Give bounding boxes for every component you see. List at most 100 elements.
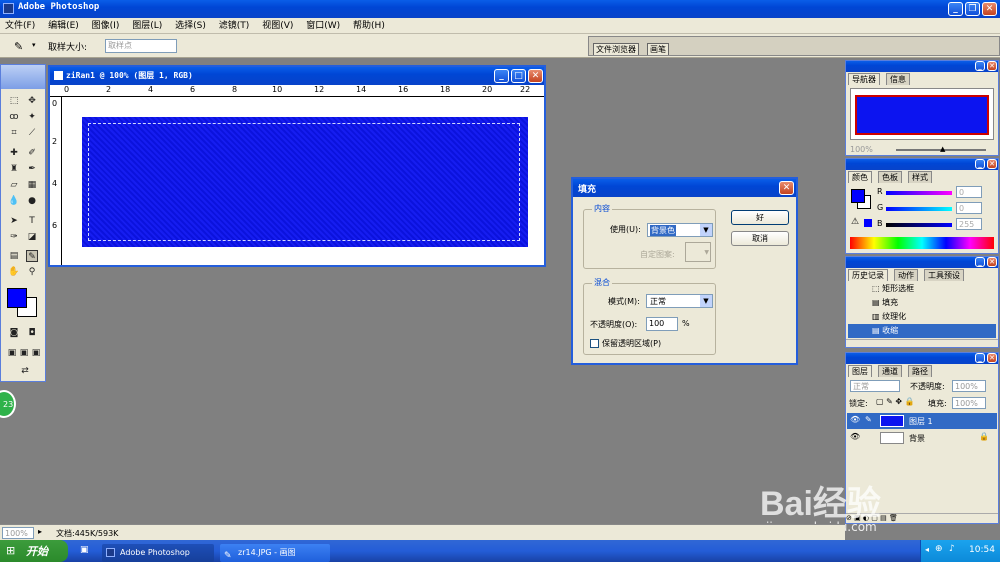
restore-button[interactable]: ❐	[965, 2, 980, 16]
marquee-tool-icon[interactable]: ⬚	[8, 95, 20, 107]
slider-thumb-icon[interactable]: ▲	[940, 145, 945, 153]
minimize-button[interactable]: _	[948, 2, 963, 16]
brush-link-icon[interactable]: ✎	[865, 415, 872, 424]
menu-filter[interactable]: 滤镜(T)	[214, 18, 255, 34]
web-safe-swatch[interactable]	[864, 219, 872, 227]
tab-info[interactable]: 信息	[886, 73, 910, 85]
zoom-tool-icon[interactable]: ⚲	[26, 266, 38, 278]
blur-tool-icon[interactable]: 💧	[8, 195, 20, 207]
notes-tool-icon[interactable]: ▤	[8, 250, 20, 262]
doc-close-button[interactable]: ✕	[528, 69, 543, 83]
history-item[interactable]: ⬚ 矩形选框	[848, 282, 996, 296]
navigator-zoom-value[interactable]: 100%	[850, 145, 873, 154]
layer-row[interactable]: 👁 背景 🔒	[847, 430, 997, 446]
screen-mode-full-menu-icon[interactable]: ▣	[18, 347, 30, 359]
pen-tool-icon[interactable]: ✑	[8, 231, 20, 243]
r-slider[interactable]	[886, 191, 952, 195]
tray-arrow-icon[interactable]: ◂	[925, 545, 929, 554]
panel-minimize-button[interactable]: _	[975, 353, 985, 363]
b-slider[interactable]	[886, 223, 952, 227]
doc-maximize-button[interactable]: □	[511, 69, 526, 83]
dialog-close-button[interactable]: ✕	[779, 181, 794, 195]
brush-tool-icon[interactable]: ✐	[26, 147, 38, 159]
status-arrow-icon[interactable]: ▸	[38, 527, 42, 536]
custom-pattern-swatch[interactable]: ▼	[685, 242, 711, 262]
b-input[interactable]: 255	[956, 218, 982, 230]
tool-preset-arrow-icon[interactable]: ▾	[32, 41, 36, 49]
history-item-active[interactable]: ▤ 收缩	[848, 324, 996, 338]
screen-mode-full-icon[interactable]: ▣	[30, 347, 42, 359]
eyedropper-tool-icon[interactable]: ✎	[14, 40, 23, 53]
menu-image[interactable]: 图像(I)	[87, 18, 125, 34]
healing-tool-icon[interactable]: ✚	[8, 147, 20, 159]
eraser-tool-icon[interactable]: ▱	[8, 179, 20, 191]
panel-close-button[interactable]: ✕	[987, 257, 997, 267]
tab-swatches[interactable]: 色板	[878, 171, 902, 183]
eye-icon[interactable]: 👁	[850, 415, 860, 424]
panel-close-button[interactable]: ✕	[987, 159, 997, 169]
navigator-zoom-slider[interactable]: ▲	[896, 145, 986, 153]
tab-tool-presets[interactable]: 工具预设	[924, 269, 964, 281]
lock-icons[interactable]: ▢ ✎ ✥ 🔒	[876, 397, 915, 406]
menu-view[interactable]: 视图(V)	[257, 18, 298, 34]
tab-color[interactable]: 颜色	[848, 171, 872, 183]
panel-minimize-button[interactable]: _	[975, 257, 985, 267]
foreground-color-swatch[interactable]	[7, 288, 27, 308]
tab-channels[interactable]: 通道	[878, 365, 902, 377]
chevron-down-icon[interactable]: ▼	[700, 224, 712, 236]
history-brush-tool-icon[interactable]: ✒	[26, 163, 38, 175]
taskbar-item-paint[interactable]: ✎ zr14.JPG - 画图	[220, 544, 330, 562]
clock[interactable]: 10:54	[969, 545, 995, 555]
screen-mode-standard-icon[interactable]: ▣	[6, 347, 18, 359]
blend-mode-select[interactable]: 正常	[850, 380, 900, 392]
doc-minimize-button[interactable]: _	[494, 69, 509, 83]
tab-navigator[interactable]: 导航器	[848, 73, 880, 85]
slice-tool-icon[interactable]: ⟋	[26, 127, 38, 139]
tab-brushes[interactable]: 画笔	[647, 43, 669, 55]
layer-row-selected[interactable]: 👁 ✎ 图层 1	[847, 413, 997, 429]
menu-select[interactable]: 选择(S)	[170, 18, 211, 34]
history-item[interactable]: ▤ 填充	[848, 296, 996, 310]
eye-icon[interactable]: 👁	[850, 432, 860, 441]
lasso-tool-icon[interactable]: ꝏ	[8, 111, 20, 123]
stamp-tool-icon[interactable]: ♜	[8, 163, 20, 175]
chevron-down-icon[interactable]: ▼	[700, 295, 712, 307]
g-input[interactable]: 0	[956, 202, 982, 214]
fill-input[interactable]: 100%	[952, 397, 986, 409]
tab-file-browser[interactable]: 文件浏览器	[593, 43, 639, 55]
jump-to-imageready-icon[interactable]: ⇄	[15, 365, 35, 377]
tab-paths[interactable]: 路径	[908, 365, 932, 377]
panel-close-button[interactable]: ✕	[987, 353, 997, 363]
type-tool-icon[interactable]: T	[26, 215, 38, 227]
ok-button[interactable]: 好	[731, 210, 789, 225]
panel-minimize-button[interactable]: _	[975, 61, 985, 71]
r-input[interactable]: 0	[956, 186, 982, 198]
cancel-button[interactable]: 取消	[731, 231, 789, 246]
hand-tool-icon[interactable]: ✋	[8, 266, 20, 278]
quick-mask-off-icon[interactable]: ◙	[8, 327, 20, 339]
tab-styles[interactable]: 样式	[908, 171, 932, 183]
history-item[interactable]: ▥ 纹理化	[848, 310, 996, 324]
tray-network-icon[interactable]: ⊕	[935, 544, 943, 554]
menu-layer[interactable]: 图层(L)	[127, 18, 167, 34]
panel-close-button[interactable]: ✕	[987, 61, 997, 71]
start-button[interactable]: ⊞ 开始	[0, 540, 68, 562]
color-spectrum-bar[interactable]	[850, 237, 994, 249]
menu-window[interactable]: 窗口(W)	[301, 18, 345, 34]
opacity-input[interactable]: 100	[646, 317, 678, 331]
status-zoom-input[interactable]: 100%	[2, 527, 34, 539]
layer-opacity-input[interactable]: 100%	[952, 380, 986, 392]
tray-volume-icon[interactable]: ♪	[949, 544, 955, 554]
taskbar-item-photoshop[interactable]: Adobe Photoshop	[102, 544, 214, 562]
menu-file[interactable]: 文件(F)	[0, 18, 40, 34]
tab-layers[interactable]: 图层	[848, 365, 872, 377]
color-fg-swatch[interactable]	[851, 189, 865, 203]
tab-actions[interactable]: 动作	[894, 269, 918, 281]
shape-tool-icon[interactable]: ◪	[26, 231, 38, 243]
crop-tool-icon[interactable]: ⌗	[8, 127, 20, 139]
warning-icon[interactable]: ⚠	[851, 217, 859, 227]
gradient-tool-icon[interactable]: ▦	[26, 179, 38, 191]
path-select-tool-icon[interactable]: ➤	[8, 215, 20, 227]
tab-history[interactable]: 历史记录	[848, 269, 888, 281]
menu-edit[interactable]: 编辑(E)	[43, 18, 84, 34]
